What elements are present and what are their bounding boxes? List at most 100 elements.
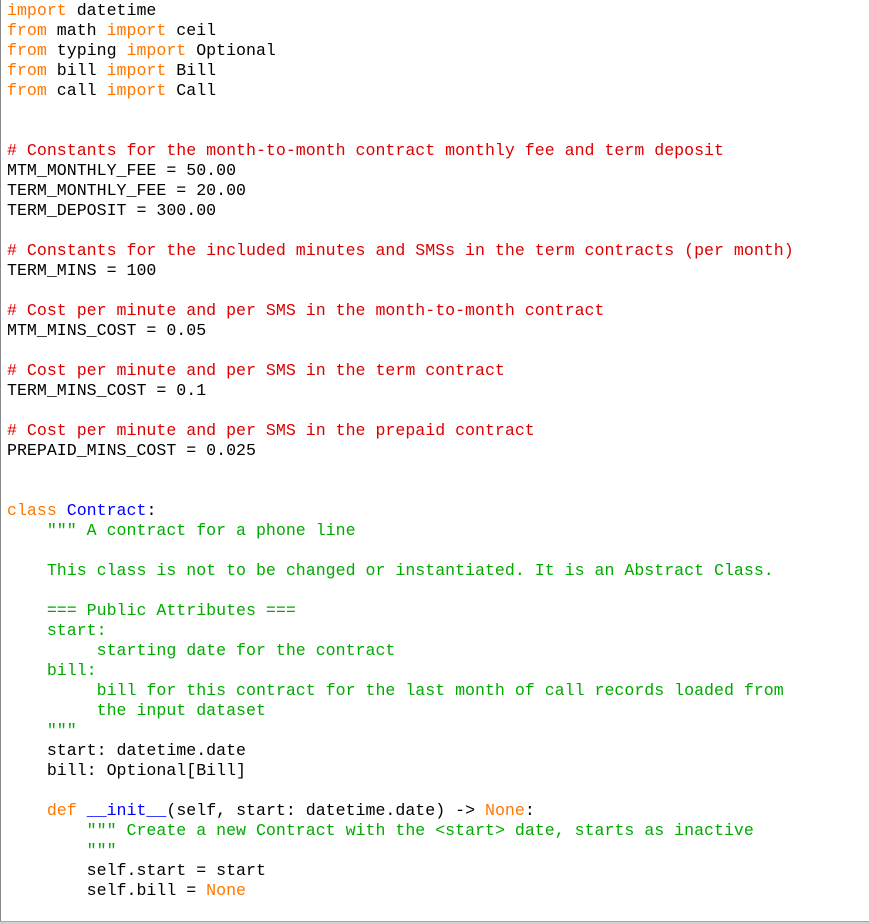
code-line[interactable]: TERM_DEPOSIT = 300.00 (7, 201, 794, 221)
code-line[interactable]: self.bill = None (7, 881, 794, 901)
code-token: start: datetime.date (7, 741, 246, 760)
code-line[interactable]: """ A contract for a phone line (7, 521, 794, 541)
code-token: Bill (166, 61, 217, 80)
code-line[interactable]: bill for this contract for the last mont… (7, 681, 794, 701)
string-token: """ (7, 841, 117, 860)
comment-token: # Cost per minute and per SMS in the ter… (7, 361, 505, 380)
comment-token: # Cost per minute and per SMS in the pre… (7, 421, 535, 440)
code-token: PREPAID_MINS_COST = 0.025 (7, 441, 256, 460)
code-line[interactable]: def __init__(self, start: datetime.date)… (7, 801, 794, 821)
code-line[interactable]: class Contract: (7, 501, 794, 521)
keyword-token: import (106, 81, 167, 100)
code-token: Optional (186, 41, 276, 60)
code-line[interactable] (7, 461, 794, 481)
keyword-token: import (106, 61, 167, 80)
string-token: """ (7, 721, 77, 740)
code-line[interactable]: from math import ceil (7, 21, 794, 41)
code-token: ceil (166, 21, 217, 40)
code-token: MTM_MONTHLY_FEE = 50.00 (7, 161, 237, 180)
code-text-area[interactable]: import datetime from math import ceil from… (7, 1, 794, 901)
code-token: : (524, 801, 535, 820)
code-line[interactable]: # Constants for the month-to-month contr… (7, 141, 794, 161)
code-line[interactable]: """ (7, 841, 794, 861)
keyword-token: def (46, 801, 77, 820)
code-line[interactable]: starting date for the contract (7, 641, 794, 661)
code-line[interactable] (7, 221, 794, 241)
code-line[interactable]: start: (7, 621, 794, 641)
code-line[interactable]: # Cost per minute and per SMS in the pre… (7, 421, 794, 441)
code-line[interactable]: This class is not to be changed or insta… (7, 561, 794, 581)
code-line[interactable] (7, 401, 794, 421)
code-token: call (46, 81, 107, 100)
code-token: bill (46, 61, 107, 80)
string-token: the input dataset (7, 701, 266, 720)
code-line[interactable]: from bill import Bill (7, 61, 794, 81)
code-line[interactable]: # Cost per minute and per SMS in the ter… (7, 361, 794, 381)
keyword-token: from (7, 61, 47, 80)
keyword-token: from (7, 81, 47, 100)
code-line[interactable]: """ (7, 721, 794, 741)
keyword-token: import (126, 41, 187, 60)
code-editor[interactable]: import datetime from math import ceil from… (0, 0, 869, 921)
string-token: start: (7, 621, 107, 640)
code-line[interactable] (7, 781, 794, 801)
code-line[interactable]: === Public Attributes === (7, 601, 794, 621)
code-token: TERM_MINS = 100 (7, 261, 157, 280)
code-line[interactable]: from call import Call (7, 81, 794, 101)
code-line[interactable] (7, 581, 794, 601)
code-line[interactable] (7, 101, 794, 121)
string-token: bill: (7, 661, 97, 680)
definition-token: Contract (66, 501, 147, 520)
code-line[interactable] (7, 341, 794, 361)
code-line[interactable]: """ Create a new Contract with the <star… (7, 821, 794, 841)
keyword-token: None (485, 801, 525, 820)
keyword-token: class (7, 501, 57, 520)
code-line[interactable]: import datetime (7, 1, 794, 21)
code-line[interactable]: # Constants for the included minutes and… (7, 241, 794, 261)
code-token: Call (166, 81, 217, 100)
code-token: datetime (66, 1, 157, 20)
code-line[interactable] (7, 281, 794, 301)
code-line[interactable]: PREPAID_MINS_COST = 0.025 (7, 441, 794, 461)
code-token: math (46, 21, 107, 40)
code-token: MTM_MINS_COST = 0.05 (7, 321, 207, 340)
code-token: typing (46, 41, 127, 60)
code-line[interactable]: from typing import Optional (7, 41, 794, 61)
code-line[interactable]: the input dataset (7, 701, 794, 721)
keyword-token: import (7, 1, 67, 20)
code-token: bill: Optional[Bill] (7, 761, 246, 780)
comment-token: # Constants for the included minutes and… (7, 241, 794, 260)
code-line[interactable]: MTM_MONTHLY_FEE = 50.00 (7, 161, 794, 181)
code-line[interactable]: bill: (7, 661, 794, 681)
definition-token: __init__ (86, 801, 167, 820)
string-token: This class is not to be changed or insta… (7, 561, 774, 580)
keyword-token: None (206, 881, 247, 900)
comment-token: # Cost per minute and per SMS in the mon… (7, 301, 605, 320)
code-line[interactable]: start: datetime.date (7, 741, 794, 761)
code-line[interactable] (7, 481, 794, 501)
comment-token: # Constants for the month-to-month contr… (7, 141, 724, 160)
code-line[interactable]: bill: Optional[Bill] (7, 761, 794, 781)
string-token: """ Create a new Contract with the <star… (86, 821, 754, 840)
code-line[interactable] (7, 541, 794, 561)
code-token: (self, start: datetime.date) -> (166, 801, 486, 820)
keyword-token: from (7, 21, 47, 40)
code-line[interactable]: TERM_MINS_COST = 0.1 (7, 381, 794, 401)
string-token: bill for this contract for the last mont… (7, 681, 784, 700)
code-line[interactable] (7, 121, 794, 141)
string-token: starting date for the contract (7, 641, 396, 660)
code-line[interactable]: MTM_MINS_COST = 0.05 (7, 321, 794, 341)
code-line[interactable]: TERM_MINS = 100 (7, 261, 794, 281)
string-token: === Public Attributes === (7, 601, 296, 620)
code-token: : (146, 501, 157, 520)
keyword-token: import (106, 21, 167, 40)
code-line[interactable]: self.start = start (7, 861, 794, 881)
code-token: self.start = start (7, 861, 266, 880)
code-token: TERM_MINS_COST = 0.1 (7, 381, 207, 400)
code-line[interactable]: TERM_MONTHLY_FEE = 20.00 (7, 181, 794, 201)
code-line[interactable]: # Cost per minute and per SMS in the mon… (7, 301, 794, 321)
